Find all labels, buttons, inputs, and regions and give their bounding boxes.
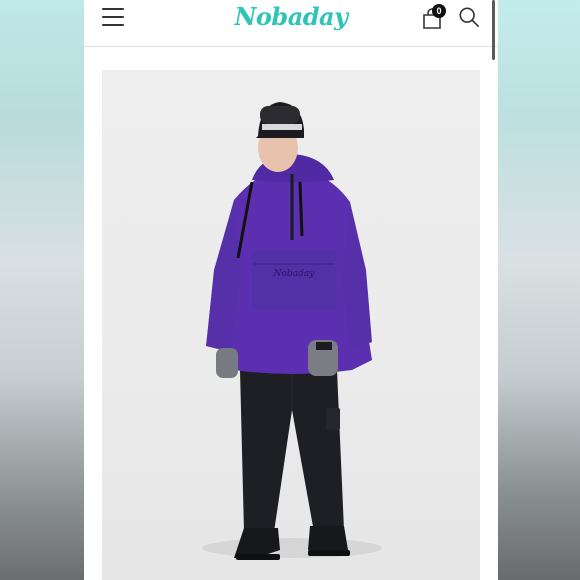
blurred-background-left <box>0 0 84 580</box>
product-image[interactable]: Nobaday <box>102 70 480 580</box>
model-illustration: Nobaday <box>202 102 382 560</box>
jacket-print: Nobaday <box>273 269 316 279</box>
site-header: Nobaday 0 <box>84 0 498 47</box>
blurred-background-right <box>498 0 580 580</box>
product-page: Nobaday 0 Nobaday <box>84 0 498 580</box>
cart-count-badge: 0 <box>432 4 446 18</box>
scrollbar[interactable] <box>492 0 495 60</box>
search-icon[interactable] <box>458 6 480 28</box>
